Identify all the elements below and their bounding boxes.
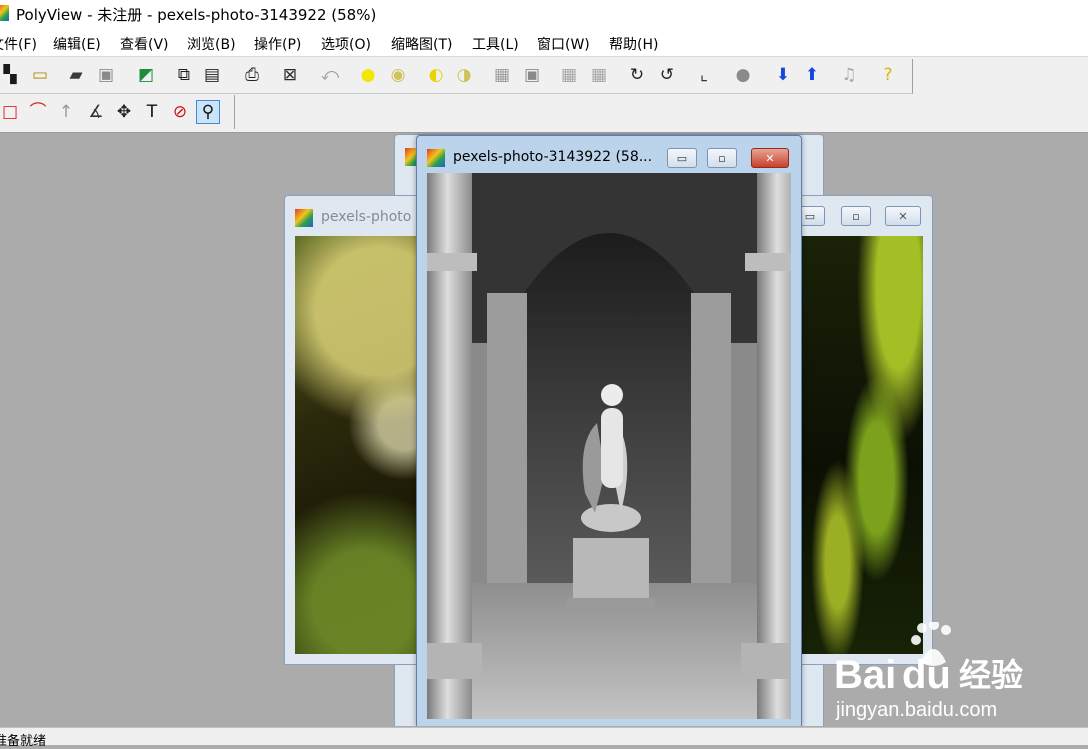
menu-bar: 文件(F) 编辑(E) 查看(V) 浏览(B) 操作(P) 选项(O) 缩略图(… — [0, 28, 1088, 57]
rotate-right-icon[interactable]: ↻ — [625, 63, 649, 87]
help-icon[interactable]: ? — [876, 63, 900, 87]
menu-window[interactable]: 窗口(W) — [537, 34, 590, 54]
copy-icon[interactable]: ⧉ — [172, 63, 196, 87]
contrast-down-icon[interactable]: ◑ — [452, 63, 476, 87]
title-bar: PolyView - 未注册 - pexels-photo-3143922 (5… — [0, 0, 1088, 28]
contrast-up-icon[interactable]: ◐ — [424, 63, 448, 87]
no-entry-icon[interactable]: ⊘ — [168, 100, 192, 124]
brightness-down-icon[interactable]: ◉ — [386, 63, 410, 87]
warning-icon[interactable]: ● — [731, 63, 755, 87]
baidu-watermark: Bai du 经验 jingyan.baidu.com — [834, 620, 1034, 726]
crop-icon[interactable]: ⌞ — [692, 63, 716, 87]
menu-file[interactable]: 文件(F) — [0, 34, 37, 54]
new-icon[interactable]: ▭ — [28, 63, 52, 87]
main-toolbar: ▚ ▭ ▰ ▣ ◩ ⧉ ▤ ⎙ ⊠ ⤺ ● ◉ ◐ ◑ ▦ ▣ ▦ ▦ ↻ ↺ ⌞ ● ⬇ ⬆ ♫? — [0, 59, 913, 94]
restore-button[interactable]: ▫ — [707, 148, 737, 168]
rect-select-icon[interactable]: □ — [0, 100, 22, 124]
undo-icon[interactable]: ⤺ — [318, 63, 342, 87]
arrow-tool-icon[interactable]: ↑ — [54, 100, 78, 124]
zoom-icon[interactable]: ⚲ — [196, 100, 220, 124]
paste-icon[interactable]: ▤ — [200, 63, 224, 87]
arrow-up-icon[interactable]: ⬆ — [800, 63, 824, 87]
status-text: 准备就绪 — [0, 734, 47, 749]
menu-help[interactable]: 帮助(H) — [609, 34, 658, 54]
tools-toolbar: □ ⌒ ↑ ∡ ✥ T ⊘ ⚲ — [0, 95, 235, 129]
document-icon — [427, 149, 445, 167]
menu-options[interactable]: 选项(O) — [321, 34, 371, 54]
menu-browse[interactable]: 浏览(B) — [187, 34, 236, 54]
status-bar: 准备就绪 — [0, 727, 1088, 749]
fit-screen-icon[interactable]: ⊠ — [278, 63, 302, 87]
document-window-left[interactable]: pexels-photo — [284, 195, 435, 665]
menu-view[interactable]: 查看(V) — [120, 34, 169, 54]
minimize-button[interactable]: ▭ — [667, 148, 697, 168]
move-icon[interactable]: ✥ — [112, 100, 136, 124]
print-icon[interactable]: ⎙ — [240, 63, 264, 87]
menu-edit[interactable]: 编辑(E) — [53, 34, 101, 54]
polyview-app-icon — [0, 5, 9, 21]
baidu-logo: Bai du 经验 jingyan.baidu.com — [834, 620, 1023, 721]
window-title: PolyView - 未注册 - pexels-photo-3143922 (5… — [16, 6, 377, 24]
gray-square-2-icon[interactable]: ▦ — [587, 63, 611, 87]
document-title: pexels-photo-3143922 (58... — [453, 149, 653, 165]
frame-icon[interactable]: ▣ — [520, 63, 544, 87]
image-icon[interactable]: ◩ — [134, 63, 158, 87]
scanner-icon[interactable]: ▚ — [0, 63, 22, 87]
brightness-up-icon[interactable]: ● — [356, 63, 380, 87]
watermark-brand-left: Bai — [834, 653, 896, 697]
angle-tool-icon[interactable]: ∡ — [84, 100, 108, 124]
arrow-down-icon[interactable]: ⬇ — [771, 63, 795, 87]
watermark-brand-cn: 经验 — [959, 656, 1023, 694]
photo-canvas-statue[interactable] — [427, 173, 791, 719]
menu-thumbnails[interactable]: 缩略图(T) — [391, 34, 452, 54]
open-folder-icon[interactable]: ▰ — [64, 63, 88, 87]
photo-canvas-leaves[interactable] — [801, 236, 923, 654]
music-icon[interactable]: ♫ — [837, 63, 861, 87]
rotate-left-icon[interactable]: ↺ — [655, 63, 679, 87]
statue-photo — [427, 173, 791, 719]
document-window-active[interactable]: pexels-photo-3143922 (58... ▭ ▫ ✕ — [416, 135, 802, 726]
save-icon[interactable]: ▣ — [94, 63, 118, 87]
gray-square-icon[interactable]: ▦ — [557, 63, 581, 87]
close-button[interactable]: ✕ — [885, 206, 921, 226]
menu-tools[interactable]: 工具(L) — [472, 34, 519, 54]
restore-button[interactable]: ▫ — [841, 206, 871, 226]
watermark-url: jingyan.baidu.com — [835, 699, 997, 721]
document-icon — [295, 209, 313, 227]
lasso-icon[interactable]: ⌒ — [26, 100, 50, 124]
gray-pattern-icon[interactable]: ▦ — [490, 63, 514, 87]
toolbar-area: ▚ ▭ ▰ ▣ ◩ ⧉ ▤ ⎙ ⊠ ⤺ ● ◉ ◐ ◑ ▦ ▣ ▦ ▦ ↻ ↺ ⌞ ● ⬇ ⬆ ♫? □ ⌒ ↑ ∡ ✥ T ⊘ ⚲ — [0, 57, 1088, 133]
document-window-right[interactable]: ▭ ▫ ✕ — [790, 195, 933, 665]
text-tool-icon[interactable]: T — [140, 100, 164, 124]
close-button[interactable]: ✕ — [751, 148, 789, 168]
watermark-brand-right: du — [902, 653, 951, 697]
document-title: pexels-photo — [321, 209, 412, 225]
photo-canvas-bokeh[interactable] — [295, 236, 435, 654]
menu-operation[interactable]: 操作(P) — [254, 34, 301, 54]
